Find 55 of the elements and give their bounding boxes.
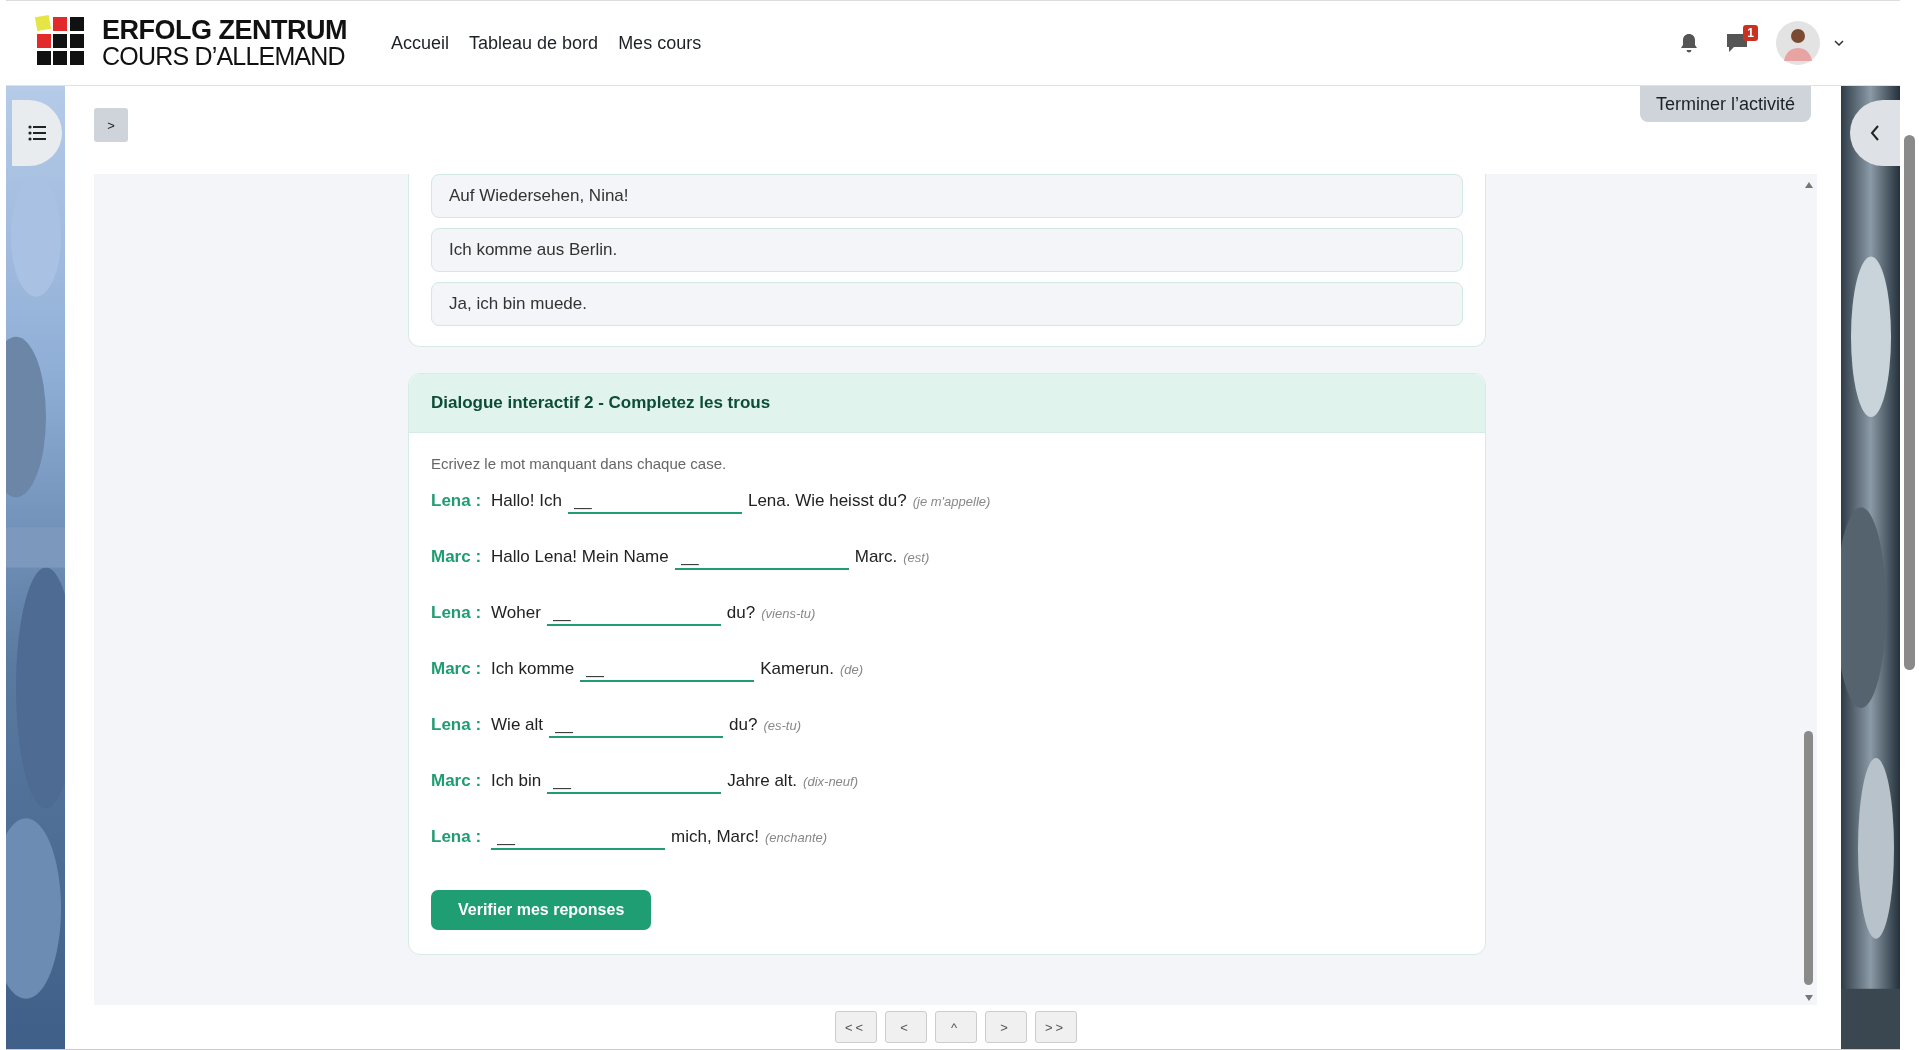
speaker-label: Lena : — [431, 491, 482, 511]
speaker-label: Lena : — [431, 715, 482, 735]
answer-option[interactable]: Auf Wiedersehen, Nina! — [431, 174, 1463, 218]
nav-link[interactable]: Mes cours — [618, 32, 702, 54]
dialogue-text: du? — [729, 715, 758, 735]
logo-subtitle: COURS D’ALLEMAND — [102, 44, 346, 69]
dialogue-text: mich, Marc! — [671, 827, 759, 847]
dialogue-text: Jahre alt. — [727, 771, 798, 791]
page-button[interactable]: ^ — [934, 1011, 977, 1043]
dialogue-text: Lena. Wie heisst du? — [747, 491, 907, 511]
hint-text: (je m'appelle) — [912, 494, 991, 509]
page-button[interactable]: << — [834, 1011, 877, 1043]
dialogue-text: Marc. — [854, 547, 898, 567]
chevron-left-icon — [1870, 125, 1880, 141]
scrollbar-thumb[interactable] — [1804, 731, 1813, 985]
complete-activity-button[interactable]: Terminer l’activité — [1639, 86, 1811, 122]
chevron-down-icon[interactable] — [1834, 40, 1844, 46]
dialogue-text: Wie alt — [491, 715, 544, 735]
speaker-label: Marc : — [431, 659, 482, 679]
dialogue-text: Kamerun. — [760, 659, 834, 679]
scroll-up-icon[interactable] — [1804, 182, 1813, 188]
scroll-down-icon[interactable] — [1804, 995, 1813, 1001]
page-button[interactable]: >> — [1034, 1011, 1077, 1043]
exercise-title: Dialogue interactif 2 - Completez les trous — [409, 374, 1485, 433]
instruction-text: Ecrivez le mot manquant dans chaque case. — [431, 455, 728, 472]
chat-icon[interactable] — [1726, 33, 1748, 53]
dialogue-text: du? — [726, 603, 756, 623]
answer-option[interactable]: Ich komme aus Berlin. — [431, 228, 1463, 272]
hint-text: (de) — [839, 662, 864, 677]
page-button[interactable]: < — [884, 1011, 927, 1043]
logo-title: ERFOLG ZENTRUM — [102, 17, 347, 44]
scrollbar-thumb[interactable] — [1904, 135, 1915, 670]
hint-text: (est) — [903, 550, 930, 565]
bell-icon[interactable] — [1680, 33, 1698, 53]
list-icon — [28, 125, 46, 141]
dialogue-text: Ich bin — [491, 771, 542, 791]
speaker-label: Lena : — [431, 827, 482, 847]
hint-text: (enchante) — [764, 830, 828, 845]
hint-text: (dix-neuf) — [803, 774, 859, 789]
dialogue-text: Hallo! Ich — [491, 491, 562, 511]
avatar[interactable] — [1776, 21, 1820, 65]
nav-link[interactable]: Tableau de bord — [469, 32, 599, 54]
toggle-button[interactable]: > — [94, 108, 128, 142]
dialogue-text: Woher — [491, 603, 541, 623]
nav-link[interactable]: Accueil — [391, 32, 449, 54]
notification-badge: 1 — [1743, 25, 1758, 41]
speaker-label: Marc : — [431, 547, 482, 567]
answer-option[interactable]: Ja, ich bin muede. — [431, 282, 1463, 326]
dialogue-text: Hallo Lena! Mein Name — [491, 547, 669, 567]
hint-text: (es-tu) — [763, 718, 801, 733]
dialogue-text: Ich komme — [491, 659, 575, 679]
page-button[interactable]: > — [984, 1011, 1027, 1043]
hint-text: (viens-tu) — [761, 606, 816, 621]
speaker-label: Lena : — [431, 603, 482, 623]
speaker-label: Marc : — [431, 771, 482, 791]
